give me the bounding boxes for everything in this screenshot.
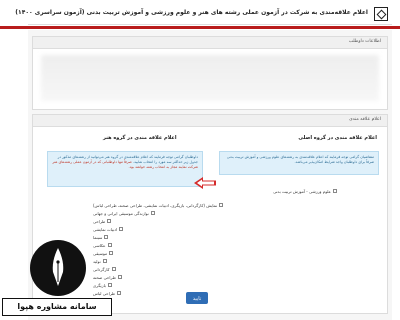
page-title: اعلام علاقه‌مندی به شرکت در آزمون عملی ر…: [15, 9, 368, 16]
art-group-info: داوطلبان گرامی توجه فرمایند که اعلام علا…: [47, 151, 203, 187]
candidate-info-heading: اطلاعات داوطلب: [348, 39, 381, 44]
interest-form-heading: اعلام علاقه مندی: [349, 117, 381, 122]
header-divider: [0, 26, 400, 29]
art-group-option[interactable]: نمایش (کارگردانی، بازیگری، ادبیات نمایشی…: [93, 201, 224, 209]
main-group-title: اعلام علاقه مندی در گروه اصلی: [298, 135, 377, 141]
art-group-option[interactable]: نوازندگی موسیقی ایرانی و جهانی: [93, 209, 155, 217]
art-group-title: اعلام علاقه مندی در گروه هنر: [103, 135, 177, 141]
art-group-option[interactable]: طراحی: [93, 217, 112, 225]
watermark-logo: سامانه مشاوره هپوا: [2, 240, 112, 320]
main-group-option-label: علوم ورزشی - آموزش تربیت بدنی: [273, 188, 331, 194]
logo-icon: [374, 7, 388, 21]
art-group-option-label: ادبیات نمایشی: [93, 226, 118, 232]
pen-nib-icon: [52, 248, 64, 286]
blurred-candidate-details: [41, 55, 379, 101]
checkbox[interactable]: [117, 275, 122, 279]
art-group-option[interactable]: ادبیات نمایشی: [93, 225, 124, 233]
art-group-option-label: سینما: [93, 234, 103, 240]
main-group-info-text: متقاضیان گرامی توجه فرمایند که اعلام علا…: [226, 155, 374, 165]
checkbox[interactable]: [219, 203, 224, 207]
submit-button[interactable]: تایید: [186, 292, 208, 304]
art-group-option-label: نمایش (کارگردانی، بازیگری، ادبیات نمایشی…: [93, 202, 218, 208]
checkbox[interactable]: [111, 267, 116, 271]
checkbox[interactable]: [104, 235, 109, 239]
interest-form-header: اعلام علاقه مندی: [33, 115, 387, 127]
watermark-text: سامانه مشاوره هپوا: [2, 298, 112, 316]
art-group-option-label: طراحی: [93, 218, 106, 224]
checkbox[interactable]: [150, 211, 155, 215]
candidate-info-header: اطلاعات داوطلب: [33, 37, 387, 49]
art-group-option-label: نوازندگی موسیقی ایرانی و جهانی: [93, 210, 149, 216]
page-header: اعلام علاقه‌مندی به شرکت در آزمون عملی ر…: [15, 6, 392, 25]
candidate-info-panel: اطلاعات داوطلب: [32, 36, 388, 110]
main-group-option[interactable]: علوم ورزشی - آموزش تربیت بدنی: [273, 187, 337, 195]
checkbox[interactable]: [117, 291, 122, 295]
main-group-info: متقاضیان گرامی توجه فرمایند که اعلام علا…: [219, 151, 379, 175]
arrow-icon: [194, 177, 216, 189]
checkbox[interactable]: [107, 219, 112, 223]
checkbox[interactable]: [119, 227, 124, 231]
checkbox[interactable]: [333, 189, 337, 193]
